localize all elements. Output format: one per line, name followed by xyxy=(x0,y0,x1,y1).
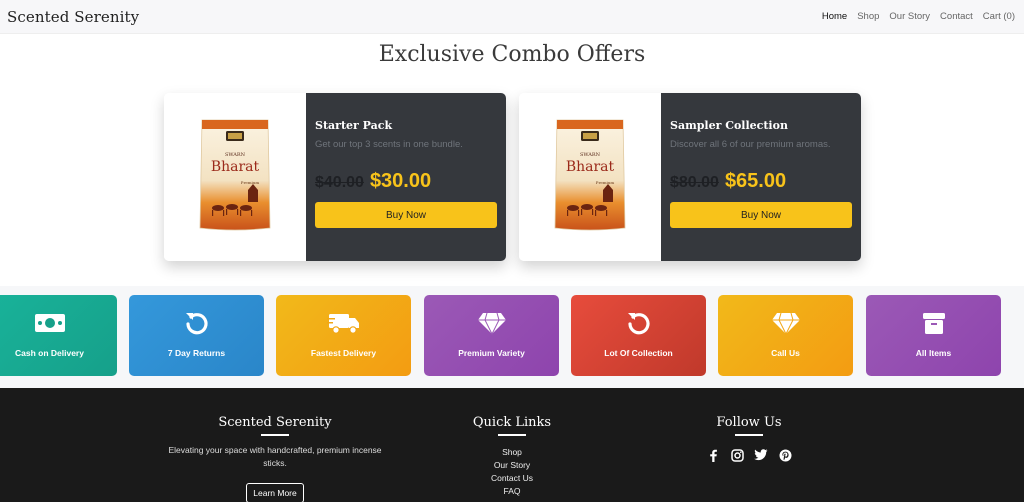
pack-brand-main: Bharat xyxy=(566,159,615,175)
pack-brand-top: SWARN xyxy=(580,152,601,158)
pack-brand-main: Bharat xyxy=(211,159,260,175)
social-links xyxy=(699,448,799,462)
truck-icon xyxy=(326,309,361,337)
combo-card-sampler-collection: SWARN Bharat Premium Sampler Collection … xyxy=(519,93,861,261)
pack-sub: Premium xyxy=(241,180,260,185)
feature-7-day-returns[interactable]: 7 Day Returns xyxy=(129,295,264,376)
title-underline xyxy=(735,434,763,436)
product-image: SWARN Bharat Premium xyxy=(164,93,306,261)
feature-label: Cash on Delivery xyxy=(15,348,84,358)
nav-link-our-story[interactable]: Our Story xyxy=(889,11,930,22)
title-underline xyxy=(261,434,289,436)
footer-quick-links: Quick Links Shop Our Story Contact Us FA… xyxy=(462,415,562,496)
footer-about-text: Elevating your space with handcrafted, p… xyxy=(168,445,382,468)
nav-link-home[interactable]: Home xyxy=(822,11,847,22)
feature-cash-on-delivery[interactable]: Cash on Delivery xyxy=(0,295,117,376)
price-row: $80.00 $65.00 xyxy=(670,170,852,193)
pack-sub: Premium xyxy=(596,180,615,185)
feature-fastest-delivery[interactable]: Fastest Delivery xyxy=(276,295,411,376)
page-title: Exclusive Combo Offers xyxy=(378,42,646,67)
new-price: $30.00 xyxy=(369,170,432,192)
buy-now-button[interactable]: Buy Now xyxy=(670,202,852,228)
footer-about: Scented Serenity Elevating your space wi… xyxy=(160,415,390,502)
feature-lot-of-collection[interactable]: Lot Of Collection xyxy=(571,295,706,376)
new-price: $65.00 xyxy=(724,170,787,192)
nav-links: Home Shop Our Story Contact Cart (0) xyxy=(822,11,1015,22)
twitter-icon[interactable] xyxy=(754,448,768,462)
card-description: Discover all 6 of our premium aromas. xyxy=(670,139,831,150)
combo-card-starter-pack: SWARN Bharat Premium Starter Pack Get ou… xyxy=(164,93,506,261)
feature-label: Call Us xyxy=(771,348,800,358)
footer-follow: Follow Us xyxy=(699,415,799,462)
nav-link-shop[interactable]: Shop xyxy=(857,11,879,22)
instagram-icon[interactable] xyxy=(730,448,744,462)
feature-all-items[interactable]: All Items xyxy=(866,295,1001,376)
pinterest-icon[interactable] xyxy=(778,448,792,462)
footer-quick-links-title: Quick Links xyxy=(472,415,552,430)
footer-link-faq[interactable]: FAQ xyxy=(462,486,562,496)
incense-pack-image: SWARN Bharat Premium xyxy=(554,119,626,231)
card-title: Sampler Collection xyxy=(670,119,788,132)
card-title: Starter Pack xyxy=(315,119,393,132)
feature-label: Premium Variety xyxy=(458,348,525,358)
incense-pack-image: SWARN Bharat Premium xyxy=(199,119,271,231)
footer-link-shop[interactable]: Shop xyxy=(462,447,562,457)
card-description: Get our top 3 scents in one bundle. xyxy=(315,139,463,150)
feature-label: Lot Of Collection xyxy=(604,348,673,358)
old-price: $80.00 xyxy=(670,174,719,191)
footer: Scented Serenity Elevating your space wi… xyxy=(0,388,1024,502)
facebook-icon[interactable] xyxy=(706,448,720,462)
feature-label: All Items xyxy=(915,348,952,358)
undo-icon xyxy=(626,309,652,337)
card-body: Starter Pack Get our top 3 scents in one… xyxy=(306,93,506,261)
box-icon xyxy=(921,309,947,337)
footer-link-our-story[interactable]: Our Story xyxy=(462,460,562,470)
learn-more-button[interactable]: Learn More xyxy=(246,483,304,502)
nav-link-contact[interactable]: Contact xyxy=(940,11,973,22)
footer-link-contact-us[interactable]: Contact Us xyxy=(462,473,562,483)
money-icon xyxy=(34,309,66,337)
gem-icon xyxy=(477,309,507,337)
old-price: $40.00 xyxy=(315,174,364,191)
navbar: Scented Serenity Home Shop Our Story Con… xyxy=(0,0,1024,34)
features-strip: Cash on Delivery 7 Day Returns Fastest D… xyxy=(0,286,1024,388)
footer-follow-title: Follow Us xyxy=(716,415,782,430)
footer-about-title: Scented Serenity xyxy=(218,415,332,430)
product-image: SWARN Bharat Premium xyxy=(519,93,661,261)
quick-links-list: Shop Our Story Contact Us FAQ xyxy=(462,447,562,496)
gem-icon xyxy=(771,309,801,337)
card-body: Sampler Collection Discover all 6 of our… xyxy=(661,93,861,261)
pack-brand-top: SWARN xyxy=(225,152,246,158)
feature-label: Fastest Delivery xyxy=(310,348,377,358)
price-row: $40.00 $30.00 xyxy=(315,170,497,193)
feature-label: 7 Day Returns xyxy=(167,348,226,358)
undo-icon xyxy=(184,309,210,337)
feature-premium-variety[interactable]: Premium Variety xyxy=(424,295,559,376)
buy-now-button[interactable]: Buy Now xyxy=(315,202,497,228)
feature-call-us[interactable]: Call Us xyxy=(718,295,853,376)
title-underline xyxy=(498,434,526,436)
brand-logo[interactable]: Scented Serenity xyxy=(7,8,139,26)
nav-link-cart[interactable]: Cart (0) xyxy=(983,11,1015,22)
